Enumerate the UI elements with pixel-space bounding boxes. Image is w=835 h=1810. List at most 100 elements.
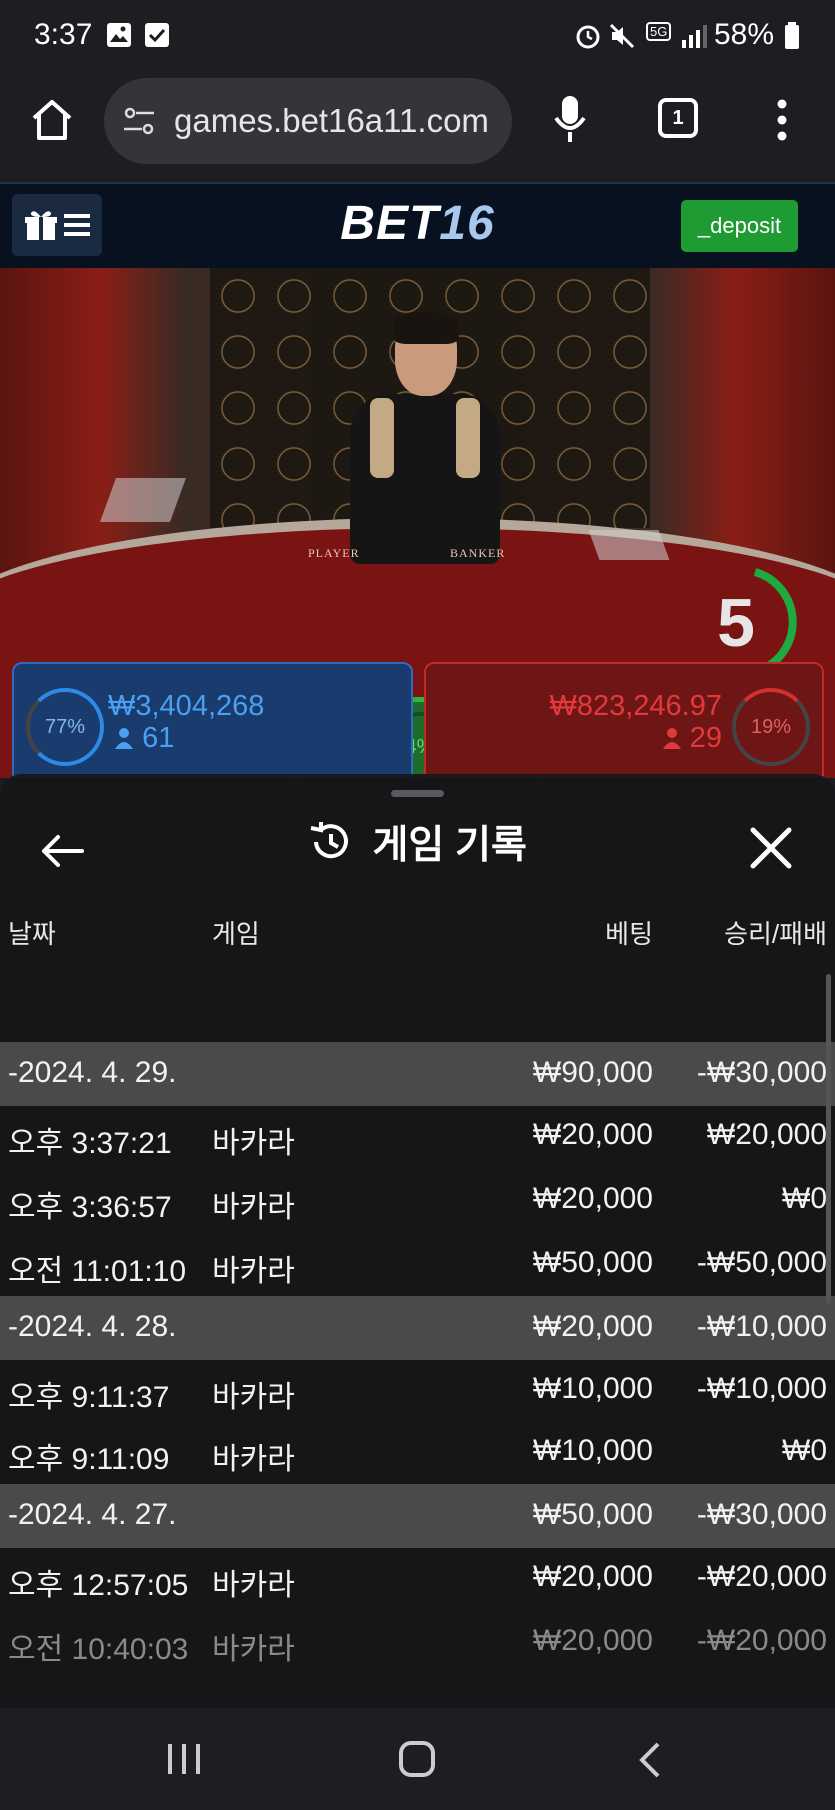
row-date: -2024. 4. 28. [8,1310,177,1343]
network-5g-icon: 5G [646,22,672,41]
home-nav-icon[interactable] [398,1740,436,1778]
row-game: 바카라 [212,1633,295,1666]
history-row[interactable]: 오후 9:11:09 바카라 ₩10,000 ₩0 [0,1420,835,1484]
row-bet: ₩50,000 [532,1246,653,1279]
site-header: BET16 _deposit [0,182,835,268]
banker-bet-panel[interactable]: 19% ₩823,246.97 29 [424,662,824,777]
banker-count: 29 [689,722,722,754]
row-game: 바카라 [212,1255,295,1288]
row-result: -₩20,000 [696,1560,827,1593]
battery-icon [785,22,799,49]
row-result: -₩10,000 [696,1372,827,1405]
row-result: -₩50,000 [696,1246,827,1279]
battery-percent: 58% [714,18,775,51]
date-group-row[interactable]: -2024. 4. 29. ₩90,000 -₩30,000 [0,1042,835,1106]
tab-count: 1 [672,107,684,129]
row-date: 오전 10:40:03 [8,1633,189,1666]
date-group-row[interactable]: -2024. 4. 28. ₩20,000 -₩10,000 [0,1296,835,1360]
row-bet: ₩20,000 [532,1118,653,1151]
felt-banker-label: BANKER [450,546,506,560]
card-shoe [99,478,187,522]
player-amount: ₩3,404,268 [108,690,265,722]
column-result[interactable]: 승리/패배 [724,914,827,951]
row-bet: ₩90,000 [532,1056,653,1089]
row-bet: ₩20,000 [532,1560,653,1593]
signal-icon [682,25,707,48]
banker-amount: ₩823,246.97 [549,690,722,722]
banker-percent: 19% [732,688,810,766]
row-bet: ₩50,000 [532,1498,653,1531]
player-count-wrap: 61 [114,722,174,755]
close-icon[interactable] [745,822,797,874]
back-nav-icon[interactable] [636,1740,664,1780]
address-bar[interactable]: games.bet16a11.com [104,78,512,164]
row-game: 바카라 [212,1569,295,1602]
logo-text-num: 16 [439,197,495,250]
tabs-button[interactable]: 1 [658,98,698,138]
row-date: 오후 9:11:09 [8,1443,170,1476]
recent-apps-icon[interactable] [166,1742,202,1776]
date-group-row[interactable]: -2024. 4. 27. ₩50,000 -₩30,000 [0,1484,835,1548]
row-game: 바카라 [212,1127,295,1160]
history-row[interactable]: 오전 11:01:10 바카라 ₩50,000 -₩50,000 [0,1232,835,1296]
row-date: 오후 12:57:05 [8,1569,189,1602]
user-icon [115,728,133,749]
history-row[interactable]: 오후 3:36:57 바카라 ₩20,000 ₩0 [0,1168,835,1232]
row-date: 오전 11:01:10 [8,1255,187,1288]
row-result: ₩0 [782,1182,827,1215]
row-result: ₩0 [782,1434,827,1467]
gallery-notification-icon [107,23,131,47]
row-bet: ₩20,000 [532,1624,653,1657]
microphone-icon[interactable] [552,94,588,144]
sheet-drag-handle[interactable] [391,790,444,797]
row-game: 바카라 [212,1381,295,1414]
site-settings-icon[interactable] [122,104,156,138]
row-result: -₩30,000 [696,1056,827,1089]
row-bet: ₩10,000 [532,1372,653,1405]
home-icon[interactable] [28,96,76,144]
status-bar: 3:37 5G 58% [0,0,835,78]
sheet-title: 게임 기록 [0,814,835,870]
mute-icon [609,23,635,49]
history-row[interactable]: 오후 9:11:37 바카라 ₩10,000 -₩10,000 [0,1358,835,1422]
player-bet-panel[interactable]: 77% ₩3,404,268 61 [12,662,413,777]
alarm-icon [576,25,600,49]
more-options-icon[interactable] [770,96,794,144]
checkbox-notification-icon [145,23,169,47]
row-bet: ₩10,000 [532,1434,653,1467]
player-percent: 77% [26,688,104,766]
banker-count-wrap: 29 [662,722,722,755]
row-game: 바카라 [212,1191,295,1224]
player-count: 61 [142,722,175,754]
system-navigation-bar [0,1708,835,1810]
logo-text-bet: BET [340,197,440,250]
row-date: 오후 3:37:21 [8,1127,172,1160]
game-history-sheet: 게임 기록 날짜 게임 베팅 승리/패배 -2024. 4. 29. ₩90,00… [0,774,835,1708]
row-result: -₩20,000 [696,1624,827,1657]
row-bet: ₩20,000 [532,1182,653,1215]
row-date: -2024. 4. 27. [8,1498,177,1531]
url-text[interactable]: games.bet16a11.com [174,102,489,140]
column-date[interactable]: 날짜 [8,914,56,951]
column-game[interactable]: 게임 [212,914,260,951]
column-bet[interactable]: 베팅 [605,914,653,951]
row-date: -2024. 4. 29. [8,1056,177,1089]
deposit-button[interactable]: _deposit [681,200,798,252]
row-date: 오후 3:36:57 [8,1191,172,1224]
discard-tray [588,530,670,560]
row-result: -₩30,000 [696,1498,827,1531]
row-bet: ₩20,000 [532,1310,653,1343]
history-row[interactable]: 오후 3:37:21 바카라 ₩20,000 ₩20,000 [0,1104,835,1168]
row-date: 오후 9:11:37 [8,1381,170,1414]
dealer-figure [350,312,500,564]
history-row[interactable]: 오전 10:40:03 바카라 ₩20,000 -₩20,000 [0,1610,835,1674]
scrollbar[interactable] [826,974,831,1304]
history-icon [310,822,349,859]
row-result: ₩20,000 [706,1118,827,1151]
status-time: 3:37 [34,18,93,51]
title-text: 게임 기록 [372,824,527,867]
row-game: 바카라 [212,1443,295,1476]
history-row[interactable]: 오후 12:57:05 바카라 ₩20,000 -₩20,000 [0,1546,835,1610]
user-icon [662,728,681,749]
row-result: -₩10,000 [696,1310,827,1343]
